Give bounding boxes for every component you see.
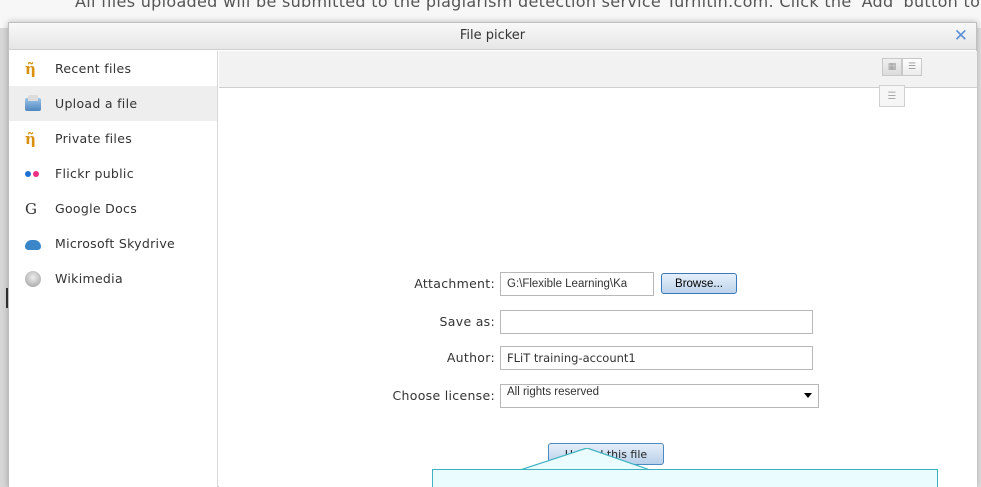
browse-button[interactable]: Browse... (661, 273, 737, 294)
attachment-field[interactable]: G:\Flexible Learning\Ka (500, 272, 654, 296)
repo-label: Wikimedia (55, 271, 123, 286)
background-right-edge (977, 28, 981, 487)
view-switch: ▦ ☰ (882, 58, 922, 76)
repo-label: Microsoft Skydrive (55, 236, 176, 251)
repo-label: Flickr public (55, 166, 134, 181)
details-view-icon[interactable]: ☰ (879, 85, 905, 107)
picker-toolbar: ▦ ☰ (219, 51, 977, 88)
repo-item-flickr-public[interactable]: Flickr public (9, 156, 217, 191)
repo-label: Private files (55, 131, 133, 146)
flickr-icon (25, 166, 41, 182)
list-view-icon[interactable]: ☰ (902, 58, 922, 76)
dropdown-arrow-icon (804, 393, 812, 398)
background-left-edge (0, 28, 10, 487)
background-instructions-text: All files uploaded will be submitted to … (75, 0, 981, 11)
save-as-field[interactable] (500, 310, 813, 334)
license-selected-value: All rights reserved (507, 386, 600, 398)
save-as-row: Save as: (219, 310, 977, 334)
author-label: Author: (446, 350, 495, 365)
skydrive-icon (25, 240, 41, 250)
repository-list: ῆ Recent files Upload a file ῆ Private f… (9, 51, 218, 487)
dialog-header: File picker ✕ (9, 23, 976, 50)
attachment-row: Attachment: G:\Flexible Learning\Ka Brow… (219, 272, 977, 296)
moodle-icon: ῆ (25, 129, 36, 148)
repo-item-upload-a-file[interactable]: Upload a file (9, 86, 217, 121)
repo-label: Recent files (55, 61, 132, 76)
upload-icon (25, 95, 41, 111)
help-callout (432, 469, 938, 487)
repo-item-microsoft-skydrive[interactable]: Microsoft Skydrive (9, 226, 217, 261)
repo-item-recent-files[interactable]: ῆ Recent files (9, 51, 217, 86)
repo-item-wikimedia[interactable]: Wikimedia (9, 261, 217, 296)
license-label: Choose license: (392, 388, 495, 403)
repo-item-google-docs[interactable]: G Google Docs (9, 191, 217, 226)
icon-view-icon[interactable]: ▦ (882, 58, 902, 76)
repo-label: Upload a file (55, 96, 138, 111)
license-row: Choose license: All rights reserved (219, 384, 977, 408)
callout-pointer (520, 448, 650, 470)
author-field[interactable] (500, 346, 813, 370)
author-row: Author: (219, 346, 977, 370)
repo-label: Google Docs (55, 201, 138, 216)
close-icon[interactable]: ✕ (954, 26, 968, 46)
file-picker-dialog: File picker ✕ ῆ Recent files Upload a fi… (8, 22, 977, 487)
attachment-label: Attachment: (414, 276, 495, 291)
dialog-title: File picker (459, 28, 526, 43)
license-select[interactable]: All rights reserved (500, 384, 819, 408)
moodle-icon: ῆ (25, 59, 36, 78)
save-as-label: Save as: (439, 314, 495, 329)
google-docs-icon: G (25, 199, 37, 218)
repo-item-private-files[interactable]: ῆ Private files (9, 121, 217, 156)
wikimedia-icon (25, 270, 41, 287)
upload-panel: ▦ ☰ ☰ Attachment: G:\Flexible Learning\K… (219, 51, 977, 487)
